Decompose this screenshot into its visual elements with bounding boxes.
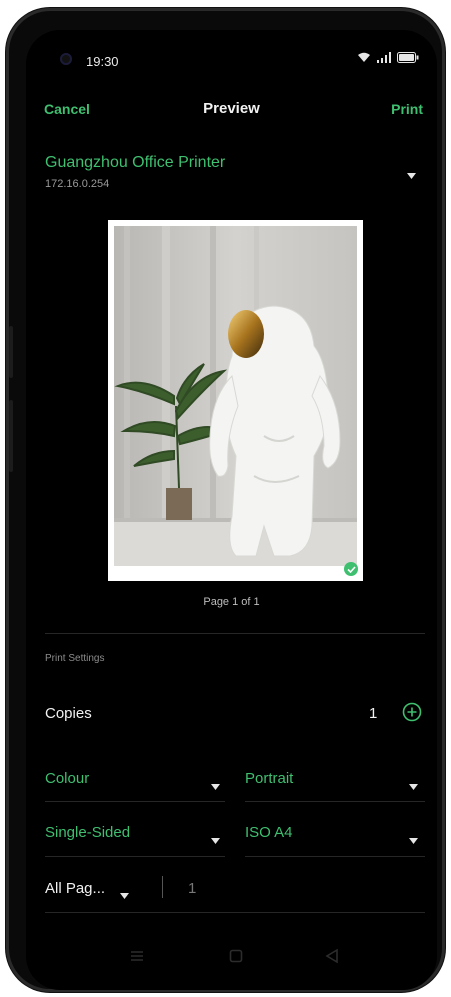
screen: 19:30 Cancel Preview Print Guangzhou Off… bbox=[26, 30, 437, 990]
divider bbox=[45, 633, 425, 634]
status-bar: 19:30 bbox=[26, 30, 437, 70]
divider bbox=[45, 856, 225, 857]
page-title: Preview bbox=[203, 100, 260, 117]
print-button[interactable]: Print bbox=[391, 101, 423, 117]
wifi-icon bbox=[357, 52, 371, 63]
pages-range-input[interactable] bbox=[188, 876, 248, 900]
dropdown-caret-icon bbox=[409, 777, 418, 795]
dropdown-caret-icon bbox=[211, 777, 220, 795]
dropdown-caret-icon bbox=[211, 831, 220, 849]
divider bbox=[45, 801, 225, 802]
home-nav-icon[interactable] bbox=[226, 946, 246, 966]
divider bbox=[245, 856, 425, 857]
paper-size-value: ISO A4 bbox=[245, 824, 293, 841]
printer-selector[interactable]: Guangzhou Office Printer 172.16.0.254 bbox=[26, 148, 437, 198]
colour-dropdown[interactable]: Colour bbox=[45, 764, 220, 794]
dropdown-caret-icon bbox=[407, 166, 416, 184]
phone-frame: 19:30 Cancel Preview Print Guangzhou Off… bbox=[6, 8, 445, 992]
sides-dropdown[interactable]: Single-Sided bbox=[45, 818, 220, 848]
page-indicator: Page 1 of 1 bbox=[203, 596, 260, 608]
orientation-value: Portrait bbox=[245, 770, 294, 787]
printer-name: Guangzhou Office Printer bbox=[45, 154, 226, 171]
printer-ip: 172.16.0.254 bbox=[45, 178, 110, 190]
dropdown-caret-icon bbox=[120, 886, 129, 904]
menu-nav-icon[interactable] bbox=[127, 946, 147, 966]
navigation-bar bbox=[26, 936, 437, 976]
preview-image bbox=[114, 226, 357, 566]
plus-circle-icon[interactable] bbox=[402, 702, 422, 722]
battery-icon bbox=[397, 52, 419, 63]
status-icons bbox=[357, 52, 419, 63]
copies-label: Copies bbox=[45, 705, 92, 722]
volume-up-button bbox=[9, 326, 13, 378]
sides-value: Single-Sided bbox=[45, 824, 131, 841]
camera-icon bbox=[60, 53, 72, 65]
paper-size-dropdown[interactable]: ISO A4 bbox=[245, 818, 418, 848]
colour-value: Colour bbox=[45, 770, 90, 787]
check-icon bbox=[344, 562, 358, 576]
orientation-dropdown[interactable]: Portrait bbox=[245, 764, 418, 794]
status-time: 19:30 bbox=[86, 54, 119, 69]
signal-icon bbox=[377, 52, 391, 63]
pages-option: All Pag... bbox=[45, 880, 106, 897]
divider bbox=[245, 801, 425, 802]
copies-value: 1 bbox=[369, 705, 378, 722]
section-label: Print Settings bbox=[45, 653, 105, 664]
back-nav-icon[interactable] bbox=[322, 946, 342, 966]
pages-dropdown[interactable]: All Pag... bbox=[45, 878, 135, 902]
divider bbox=[45, 912, 425, 913]
print-preview-page[interactable] bbox=[108, 220, 363, 581]
dropdown-caret-icon bbox=[409, 831, 418, 849]
vertical-separator bbox=[162, 876, 163, 898]
volume-down-button bbox=[9, 400, 13, 472]
